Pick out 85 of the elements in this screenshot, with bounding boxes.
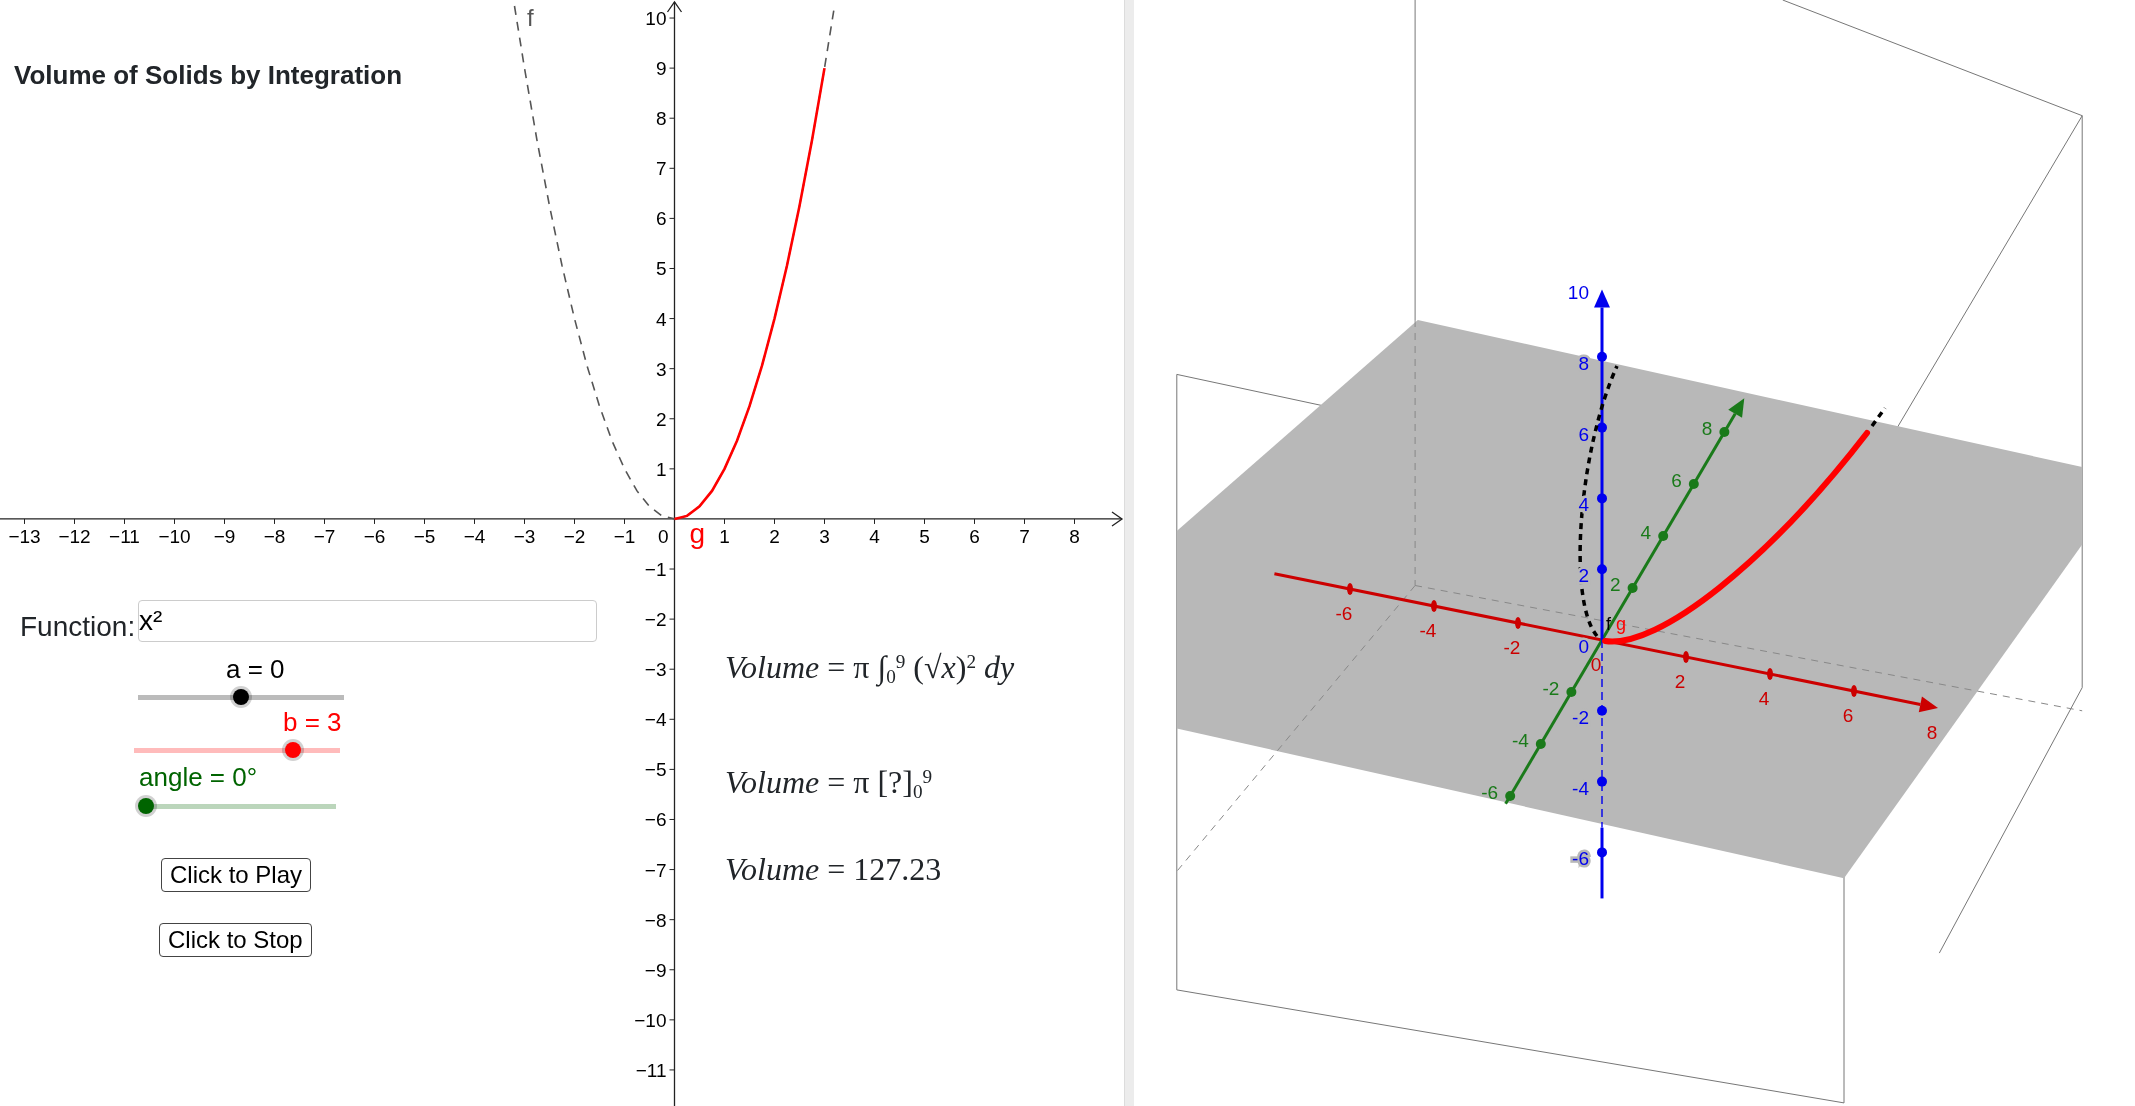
axis-label: 0 [1578, 636, 1589, 657]
tick-label: −13 [8, 525, 41, 547]
curve-label: f [527, 4, 534, 31]
tick-label: 5 [919, 525, 930, 547]
tick-label: 8 [1069, 525, 1080, 547]
tick-label: 10 [645, 8, 667, 30]
slider-label: angle = 0° [139, 764, 258, 790]
formula-text: Volume = π ∫$_{0}$$^{9}$ (√x)$^{2}$ dy [725, 650, 1015, 686]
tick-label: −3 [513, 525, 536, 547]
tick-label: −1 [613, 525, 636, 547]
origin-label: 0 [657, 525, 669, 547]
axis-label: 8 [1578, 352, 1589, 374]
axis-label: 0 [1590, 654, 1602, 675]
axis-label: 2 [1610, 574, 1621, 595]
axis-label: 8 [1701, 418, 1713, 439]
tick-label: −6 [644, 809, 667, 831]
slider-thumb[interactable] [138, 798, 154, 814]
axis-label: 4 [1578, 494, 1589, 516]
tick-label: 3 [819, 525, 830, 547]
axis-label: -6 [1481, 782, 1499, 803]
tick-label: −8 [263, 525, 286, 547]
axis-label: 6 [1842, 705, 1854, 726]
tick-label: −11 [109, 525, 140, 547]
axis-label: 2 [1578, 565, 1589, 587]
tick-label: −10 [634, 1009, 667, 1031]
tick-label: −12 [58, 525, 91, 547]
slider-thumb[interactable] [233, 689, 249, 705]
tick-label: 7 [1019, 525, 1030, 547]
axis-label: -2 [1542, 678, 1560, 699]
tick-label: −4 [463, 525, 486, 547]
function-input[interactable]: x² [138, 600, 597, 642]
axis-label: -2 [1503, 637, 1521, 658]
tick-label: 3 [655, 358, 667, 380]
curve-label: g [689, 517, 706, 549]
action-button[interactable]: Click to Stop [159, 923, 312, 957]
tick-label: 4 [655, 308, 667, 330]
tick-label: 1 [719, 525, 730, 547]
tick-label: −2 [644, 609, 667, 631]
tick-label: −1 [644, 559, 667, 581]
axis-label: 4 [1758, 688, 1770, 709]
axis-label: 10 [1567, 282, 1589, 303]
axis-label: -2 [1572, 706, 1589, 728]
tick-label: 2 [769, 525, 780, 547]
input-label: Function: [20, 610, 136, 644]
axis-label: -4 [1572, 777, 1589, 799]
tick-label: 4 [869, 525, 880, 547]
curve-label: g [1616, 614, 1626, 634]
tick-label: 2 [655, 408, 667, 430]
slider-label: a = 0 [226, 656, 285, 682]
tick-label: −8 [644, 909, 667, 931]
tick-label: −2 [563, 525, 586, 547]
dashed-curve [1870, 406, 1887, 428]
axis-label: -6 [1335, 603, 1353, 624]
axis-label: 8 [1926, 722, 1938, 743]
tick-label: −9 [644, 959, 667, 981]
tick-label: 6 [969, 525, 980, 547]
slider-label: b = 3 [283, 709, 342, 735]
action-button[interactable]: Click to Play [161, 858, 312, 892]
tick-label: −7 [313, 525, 336, 547]
tick-label: −4 [644, 709, 667, 731]
axis-label: 4 [1640, 522, 1652, 543]
tick-label: 6 [655, 208, 667, 230]
tick-label: −7 [644, 859, 667, 881]
tick-label: 7 [655, 158, 667, 180]
tick-label: 8 [655, 108, 667, 130]
tick-label: 5 [655, 258, 667, 280]
axis-label: -6 [1572, 848, 1589, 870]
axis-label: 6 [1578, 423, 1589, 445]
curve-label: f [1606, 614, 1611, 634]
tick-label: −9 [213, 525, 236, 547]
tick-label: −5 [413, 525, 436, 547]
axis-label: -4 [1419, 620, 1437, 641]
tick-label: −6 [363, 525, 386, 547]
formula-text: Volume = 127.23 [725, 852, 942, 888]
app-title: Volume of Solids by Integration [14, 59, 403, 92]
tick-label: −11 [635, 1059, 667, 1081]
tick-label: 1 [655, 458, 667, 480]
slider-thumb[interactable] [284, 742, 301, 758]
tick-label: −5 [644, 759, 667, 781]
tick-label: 9 [655, 58, 667, 80]
axis-label: 2 [1674, 671, 1686, 692]
tick-label: −10 [158, 525, 191, 547]
tick-label: −3 [644, 659, 667, 681]
axis-label: 6 [1671, 470, 1682, 491]
axis-label: -4 [1511, 730, 1529, 751]
